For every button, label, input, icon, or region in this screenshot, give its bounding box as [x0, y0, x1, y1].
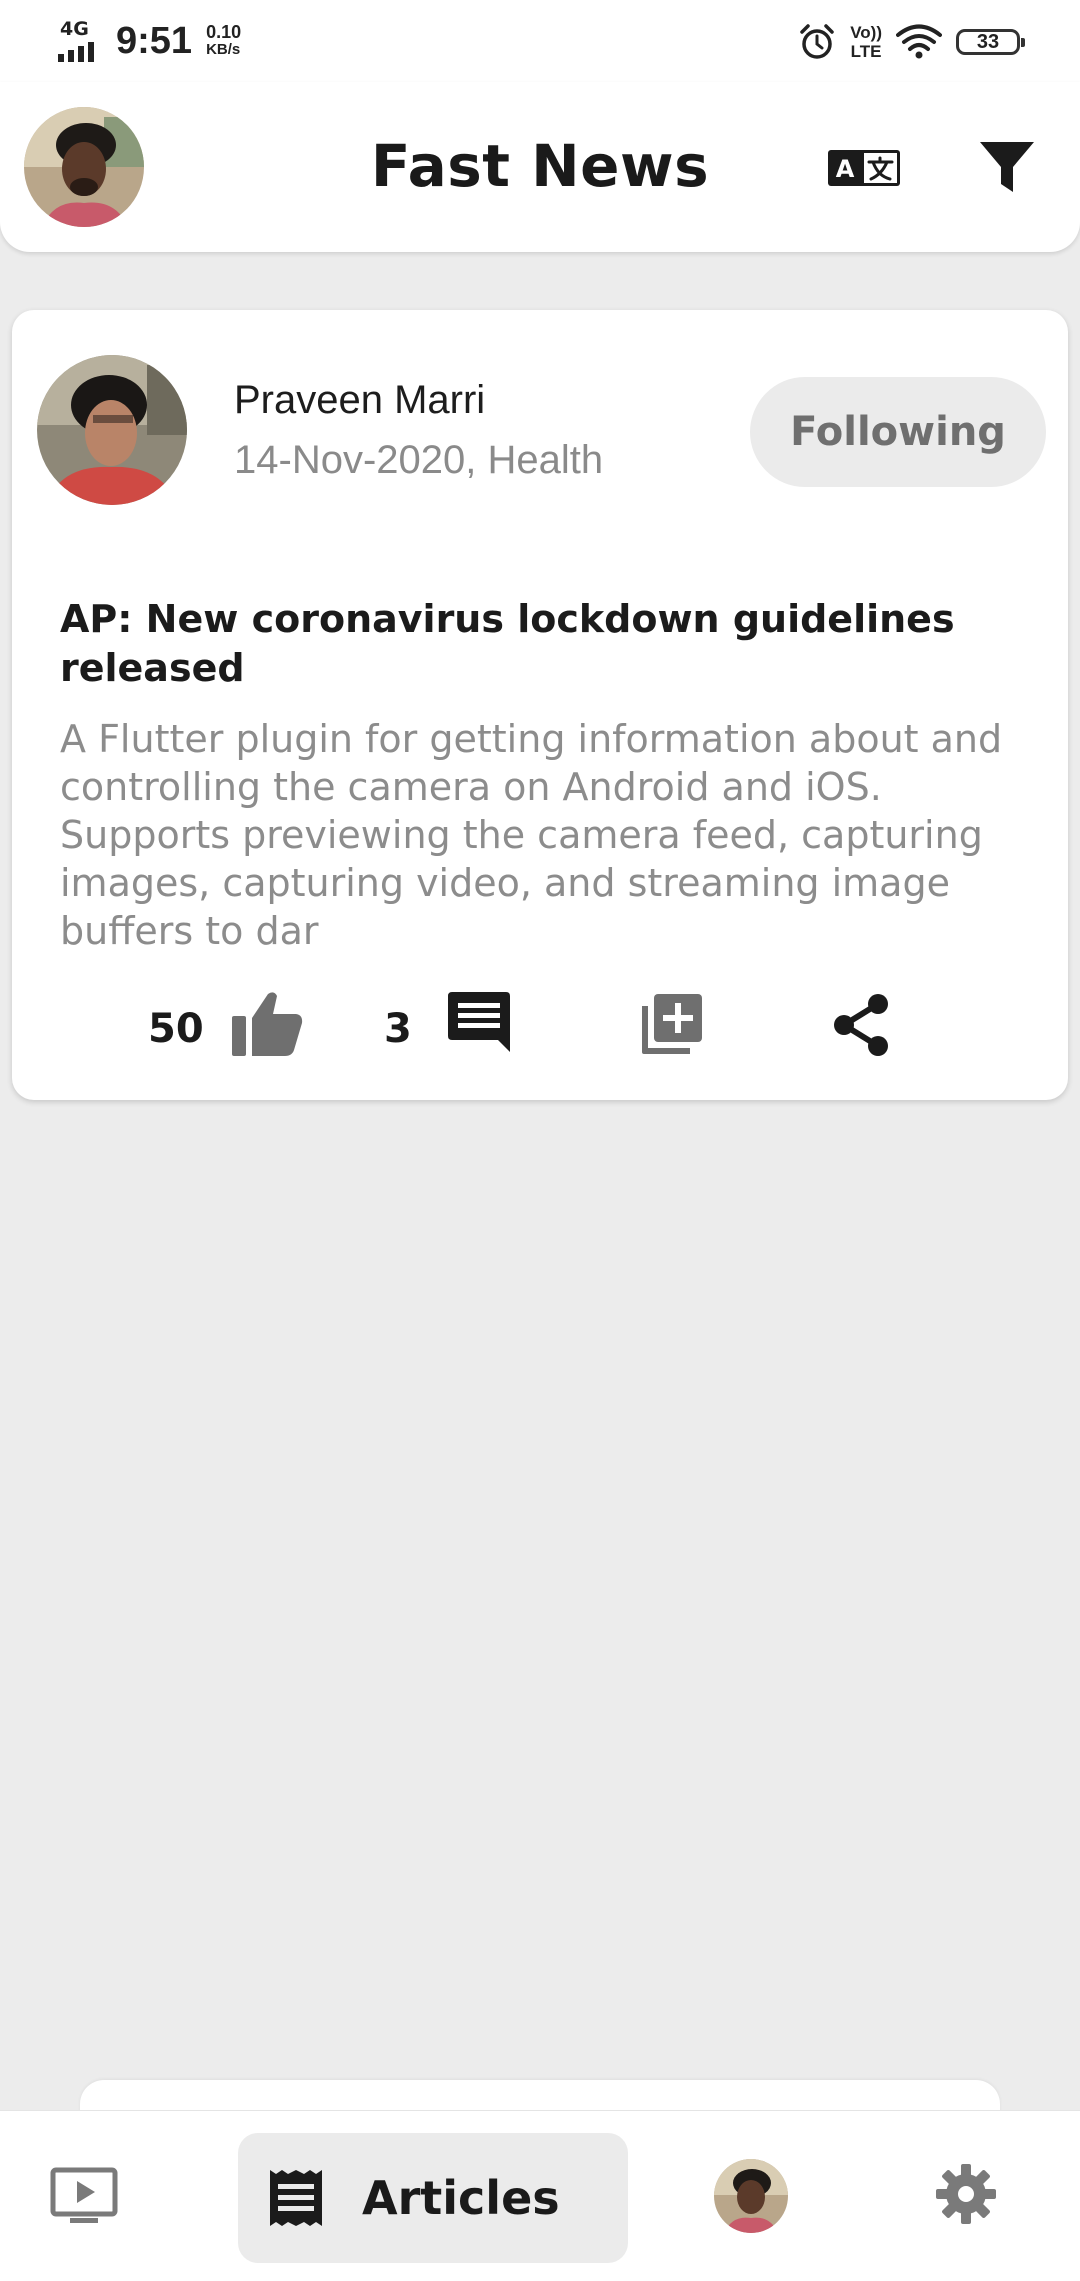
- status-left: 4G 9:51 0.10 KB/s: [58, 16, 241, 66]
- comment-count: 3: [384, 1006, 412, 1052]
- signal-icon: 4G: [58, 18, 102, 64]
- article-icon: [270, 2170, 322, 2226]
- article-card[interactable]: Praveen Marri 14-Nov-2020, Health Follow…: [12, 310, 1068, 1100]
- gear-icon[interactable]: [935, 2163, 997, 2225]
- app-bar: Fast News A: [0, 82, 1080, 252]
- nav-articles-label: Articles: [362, 2171, 560, 2225]
- status-bar: 4G 9:51 0.10 KB/s Vo)) LTE 33: [0, 0, 1080, 82]
- speed-value: 0.10: [206, 22, 242, 42]
- status-time: 9:51: [116, 19, 193, 62]
- nav-item-articles[interactable]: Articles: [238, 2133, 628, 2263]
- app-title: Fast News: [370, 132, 710, 200]
- status-right: Vo)) LTE 33: [798, 18, 1025, 66]
- bottom-navigation: Articles: [0, 2110, 1080, 2281]
- thumbs-up-icon[interactable]: [230, 990, 304, 1058]
- network-speed: 0.10 KB/s: [206, 23, 241, 59]
- following-button[interactable]: Following: [750, 377, 1046, 487]
- wifi-icon: [896, 24, 942, 59]
- filter-icon[interactable]: [978, 138, 1036, 196]
- share-icon[interactable]: [830, 992, 892, 1058]
- author-avatar[interactable]: [37, 355, 187, 505]
- profile-avatar[interactable]: [714, 2159, 788, 2233]
- like-count: 50: [148, 1006, 204, 1052]
- network-type: 4G: [60, 18, 89, 40]
- article-body[interactable]: A Flutter plugin for getting information…: [60, 715, 1040, 955]
- add-to-library-icon[interactable]: [640, 992, 704, 1056]
- article-meta: 14-Nov-2020, Health: [234, 438, 604, 482]
- comment-icon[interactable]: [446, 990, 512, 1054]
- alarm-icon: [800, 24, 834, 59]
- video-icon[interactable]: [50, 2167, 118, 2225]
- author-name[interactable]: Praveen Marri: [234, 378, 485, 423]
- translate-icon[interactable]: A: [828, 150, 900, 186]
- volte-indicator: Vo)) LTE: [850, 23, 882, 61]
- speed-unit: KB/s: [206, 41, 241, 58]
- battery-icon: 33: [956, 29, 1025, 55]
- volte-top: Vo)): [850, 23, 882, 42]
- svg-text:A: A: [836, 155, 855, 183]
- article-actions: 50 3: [12, 990, 1068, 1070]
- article-title[interactable]: AP: New coronavirus lockdown guidelines …: [60, 595, 960, 693]
- battery-level: 33: [976, 30, 1000, 53]
- volte-bottom: LTE: [850, 42, 882, 61]
